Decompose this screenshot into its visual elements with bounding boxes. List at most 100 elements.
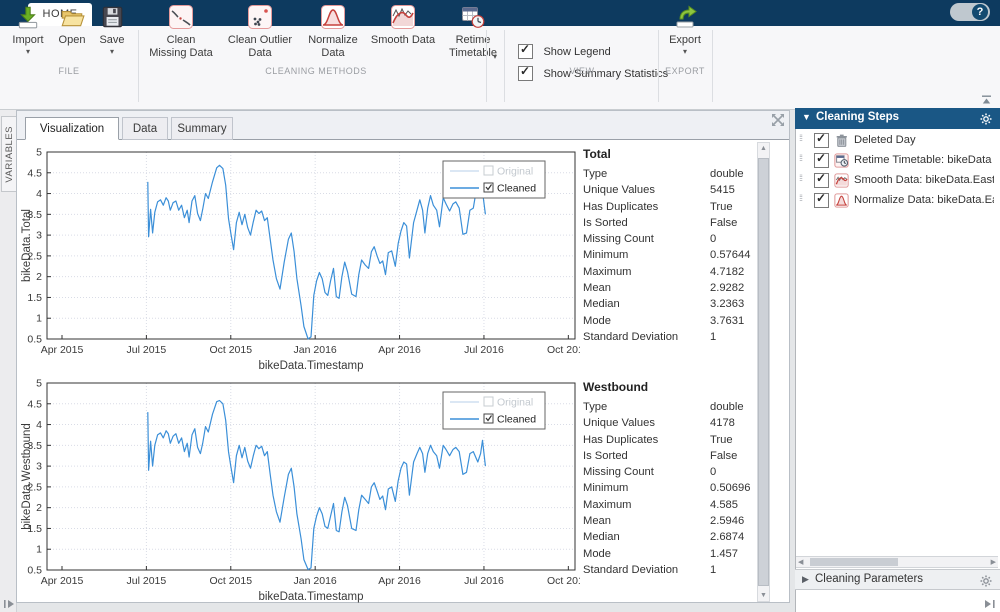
variables-panel-tab[interactable]: VARIABLES (1, 116, 17, 192)
scroll-right-icon[interactable]: ▶ (991, 558, 996, 566)
step-checkbox[interactable]: ✓ (814, 133, 829, 148)
legend-checkbox-icon[interactable] (484, 183, 493, 192)
legend-checkbox-icon[interactable] (484, 397, 493, 406)
drag-handle-icon[interactable]: ⁞⁞ (799, 173, 802, 183)
cleaning-parameters-title: Cleaning Parameters (815, 573, 923, 585)
stat-row: Maximum4.7182 (583, 266, 759, 282)
stat-value: 1 (710, 564, 716, 576)
plot-legend[interactable]: Original Cleaned (443, 161, 545, 198)
x-tick-label: Jul 2015 (127, 575, 167, 587)
retime-timetable-icon (442, 4, 504, 34)
x-tick-label: Oct 2015 (209, 575, 252, 587)
stat-label: Type (583, 168, 607, 180)
cleaning-step-row[interactable]: ⁞⁞ ✓ Deleted Day (796, 131, 996, 151)
stat-label: Mean (583, 282, 611, 294)
expand-triangle-icon[interactable]: ▶ (802, 574, 809, 585)
step-label: Deleted Day (854, 134, 994, 146)
legend-label[interactable]: Cleaned (497, 183, 536, 195)
expand-left-panel-icon[interactable] (3, 596, 15, 612)
tab-data[interactable]: Data (122, 117, 168, 140)
legend-label[interactable]: Cleaned (497, 414, 536, 426)
y-tick-label: 2 (36, 271, 42, 283)
stat-row: Mean2.5946 (583, 515, 759, 531)
drag-handle-icon[interactable]: ⁞⁞ (799, 133, 802, 143)
view-group-label: VIEW (508, 66, 656, 76)
stat-value: False (710, 217, 737, 229)
gallery-dropdown-button[interactable]: ▾ (489, 52, 501, 61)
group-separator (658, 30, 659, 102)
plot-canvas[interactable]: Apr 2015Jul 2015Oct 2015Jan 2016Apr 2016… (20, 142, 580, 380)
plot-canvas[interactable]: Apr 2015Jul 2015Oct 2015Jan 2016Apr 2016… (20, 373, 580, 611)
cleaning-parameters-header[interactable]: ▶ Cleaning Parameters (795, 569, 1000, 590)
plot-westbound[interactable]: Apr 2015Jul 2015Oct 2015Jan 2016Apr 2016… (20, 373, 580, 612)
cleaning-steps-header[interactable]: ▼ Cleaning Steps (795, 108, 1000, 129)
drag-handle-icon[interactable]: ⁞⁞ (799, 193, 802, 203)
checkbox-icon[interactable]: ✓ (518, 44, 533, 59)
y-tick-label: 3 (36, 230, 42, 242)
stat-row: Maximum4.585 (583, 499, 759, 515)
stat-value: True (710, 201, 733, 213)
x-axis-label: bikeData.Timestamp (258, 591, 363, 603)
scroll-left-icon[interactable]: ◀ (798, 558, 803, 566)
x-tick-label: Oct 2015 (209, 344, 252, 356)
y-tick-label: 4 (36, 188, 42, 200)
stat-value: 5415 (710, 184, 735, 196)
stat-row: Mode1.457 (583, 548, 759, 564)
stat-row: Median 3.2363 (583, 298, 759, 314)
stat-label: Missing Count (583, 233, 654, 245)
chevron-down-icon[interactable]: ▾ (664, 47, 706, 56)
group-separator (504, 30, 505, 102)
stats-panel-title: Westbound (583, 380, 759, 394)
summary-stats-westbound: Westbound TypedoubleUnique Values4178Has… (583, 380, 759, 580)
stat-value: 2.9282 (710, 282, 744, 294)
chevron-down-icon[interactable]: ▾ (92, 47, 132, 56)
legend-checkbox-icon[interactable] (484, 414, 493, 423)
stat-row: Typedouble (583, 168, 759, 184)
y-tick-label: 4 (36, 419, 42, 431)
file-group-label: FILE (6, 66, 132, 76)
stat-row: Standard Deviation1 (583, 564, 759, 580)
step-checkbox[interactable]: ✓ (814, 153, 829, 168)
step-label: Retime Timetable: bikeData (854, 154, 994, 166)
legend-label[interactable]: Original (497, 166, 533, 178)
plot-total[interactable]: Apr 2015Jul 2015Oct 2015Jan 2016Apr 2016… (20, 142, 580, 385)
tab-visualization[interactable]: Visualization (25, 117, 119, 140)
stat-label: Has Duplicates (583, 434, 658, 446)
gallery-separator (486, 30, 487, 102)
x-tick-label: Apr 2015 (41, 344, 84, 356)
x-tick-label: Apr 2015 (41, 575, 84, 587)
stat-value: 3.2363 (710, 298, 744, 310)
step-checkbox[interactable]: ✓ (814, 193, 829, 208)
clean-missing-data-icon (146, 4, 216, 34)
stat-label: Missing Count (583, 466, 654, 478)
group-separator (138, 30, 139, 102)
dock-right-panel-icon[interactable] (984, 596, 996, 612)
plot-legend[interactable]: Original Cleaned (443, 392, 545, 429)
scroll-down-icon[interactable]: ▼ (758, 592, 769, 599)
help-icon[interactable]: ? (972, 4, 988, 20)
collapse-triangle-icon[interactable]: ▼ (802, 112, 811, 122)
show-legend-checkbox[interactable]: ✓ Show Legend (518, 43, 611, 59)
cleaning-step-row[interactable]: ⁞⁞ ✓ Retime Timetable: bikeData (796, 151, 996, 171)
scroll-up-icon[interactable]: ▲ (758, 145, 769, 152)
tab-summary[interactable]: Summary (171, 117, 233, 140)
dock-controls-icon[interactable] (770, 112, 786, 133)
gear-icon[interactable] (980, 574, 992, 592)
gear-icon[interactable] (980, 112, 992, 130)
trash-icon (834, 133, 849, 148)
vertical-scrollbar-thumb[interactable] (758, 158, 769, 586)
stat-value: double (710, 401, 744, 413)
legend-label[interactable]: Original (497, 397, 533, 409)
stat-label: Median (583, 298, 620, 310)
step-checkbox[interactable]: ✓ (814, 173, 829, 188)
drag-handle-icon[interactable]: ⁞⁞ (799, 153, 802, 163)
stat-row: Mean 2.9282 (583, 282, 759, 298)
cleaning-step-row[interactable]: ⁞⁞✓Smooth Data: bikeData.Eastbo (796, 171, 996, 191)
horizontal-scrollbar-thumb[interactable] (810, 558, 898, 566)
stat-value: True (710, 434, 733, 446)
chevron-down-icon[interactable]: ▾ (6, 47, 50, 56)
cleaning-step-row[interactable]: ⁞⁞✓Normalize Data: bikeData.East (796, 191, 996, 211)
stat-row: Is SortedFalse (583, 450, 759, 466)
legend-checkbox-icon[interactable] (484, 166, 493, 175)
stat-row: Minimum0.57644 (583, 249, 759, 265)
